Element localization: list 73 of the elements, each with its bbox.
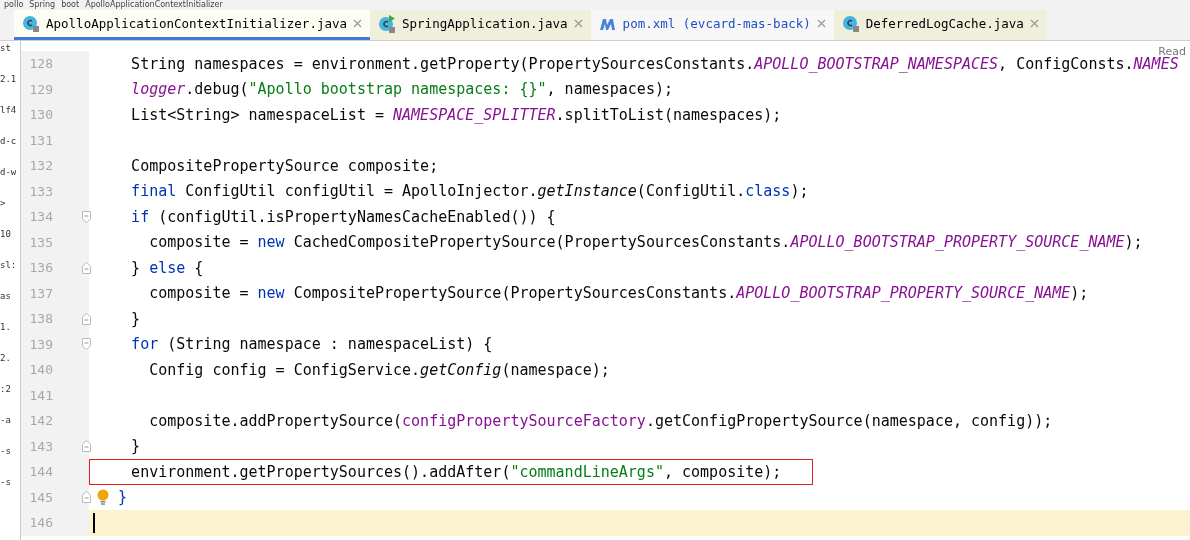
- class-icon: [378, 14, 397, 33]
- close-icon[interactable]: [573, 19, 583, 28]
- project-tree-text: -a: [0, 415, 12, 425]
- editor-tab[interactable]: DeferredLogCache.java: [833, 10, 1047, 40]
- breadcrumb-item[interactable]: Spring: [29, 0, 56, 10]
- project-tree-text: d-w: [0, 167, 18, 177]
- close-icon[interactable]: [353, 19, 363, 28]
- project-tree-text: :2: [0, 384, 12, 394]
- project-tree-text: -s: [0, 446, 12, 456]
- code-line: }: [130, 309, 141, 328]
- project-tree-text: 1.: [0, 322, 12, 332]
- line-number: 141: [28, 387, 53, 403]
- line-number: 136: [28, 260, 53, 276]
- class-icon: [841, 14, 860, 33]
- code-line: composite = new CachedCompositePropertySource(PropertySourcesConstants.APOLLO_BOOTSTRAP_PROPERTY_SOURCE_NAME);: [148, 233, 1143, 252]
- line-number: 145: [28, 489, 53, 505]
- code-line: for (String namespace : namespaceList) {: [130, 335, 493, 354]
- project-tree-text: >: [0, 198, 7, 208]
- line-number: 130: [28, 107, 53, 123]
- editor-tab[interactable]: ApolloApplicationContextInitializer.java: [14, 10, 371, 40]
- breadcrumb-item[interactable]: boot: [61, 0, 80, 10]
- class-icon: [22, 14, 40, 33]
- code-line: }: [130, 437, 141, 456]
- project-tree-text: sl:: [0, 260, 18, 270]
- project-tree-text: 2.1: [0, 74, 18, 84]
- line-number: 143: [28, 438, 53, 454]
- code-line: environment.getPropertySources().addAfter("commandLineArgs", composite);: [130, 462, 782, 481]
- code-line: composite.addPropertySource(configPropertySourceFactory.getConfigPropertySource(namespace, config));: [148, 411, 1053, 430]
- project-tree-text: d-c: [0, 136, 18, 146]
- line-number: 128: [28, 56, 53, 72]
- maven-icon: [598, 16, 617, 31]
- fold-marker-icon[interactable]: [82, 338, 91, 351]
- line-number: 146: [28, 515, 53, 531]
- close-icon[interactable]: [816, 19, 826, 28]
- line-number: 144: [28, 464, 53, 480]
- line-number: 132: [28, 158, 53, 174]
- project-tree-text: st: [0, 43, 12, 53]
- fold-marker-icon[interactable]: [82, 312, 91, 325]
- breadcrumb-item[interactable]: pollo: [4, 0, 24, 10]
- editor-tab[interactable]: SpringApplication.java: [370, 10, 591, 40]
- code-line: CompositePropertySource composite;: [130, 156, 439, 175]
- code-line: logger.debug("Apollo bootstrap namespaces: {}", namespaces);: [130, 80, 673, 99]
- code-line: } else {: [130, 258, 204, 277]
- line-number: 140: [28, 362, 53, 378]
- fold-marker-icon[interactable]: [82, 491, 91, 504]
- line-number: 138: [28, 311, 53, 327]
- editor-tab[interactable]: pom.xml (evcard-mas-back): [590, 10, 834, 40]
- project-tree-text: 10: [0, 229, 12, 239]
- text-cursor: [93, 512, 95, 533]
- close-icon[interactable]: [1029, 19, 1039, 28]
- project-tree-text: as: [0, 291, 12, 301]
- lightbulb-icon[interactable]: [97, 489, 109, 506]
- line-number: 135: [28, 234, 53, 250]
- code-line: composite = new CompositePropertySource(PropertySourcesConstants.APOLLO_BOOTSTRAP_PROPERTY_SOURCE_NAME);: [148, 284, 1089, 303]
- line-number: 134: [28, 209, 53, 225]
- code-line: List<String> namespaceList = NAMESPACE_SPLITTER.splitToList(namespaces);: [130, 105, 782, 124]
- line-number: 142: [28, 413, 53, 429]
- code-line: if (configUtil.isPropertyNamesCacheEnabled()) {: [130, 207, 556, 226]
- line-number: 129: [28, 81, 53, 97]
- breadcrumb-item[interactable]: ApolloApplicationContextInitializer: [85, 0, 223, 10]
- line-number: 131: [28, 132, 53, 148]
- code-line: final ConfigUtil configUtil = ApolloInjector.getInstance(ConfigUtil.class);: [130, 182, 809, 201]
- code-line: Config config = ConfigService.getConfig(namespace);: [148, 360, 610, 379]
- project-tree-text: lf4: [0, 105, 18, 115]
- code-line: }: [117, 488, 128, 507]
- line-number: 133: [28, 183, 53, 199]
- line-number: 139: [28, 336, 53, 352]
- fold-marker-icon[interactable]: [82, 210, 91, 223]
- project-tree-text: 2.: [0, 353, 12, 363]
- project-tree-text: -s: [0, 477, 12, 487]
- line-number: 137: [28, 285, 53, 301]
- fold-marker-icon[interactable]: [82, 261, 91, 274]
- fold-marker-icon[interactable]: [82, 440, 91, 453]
